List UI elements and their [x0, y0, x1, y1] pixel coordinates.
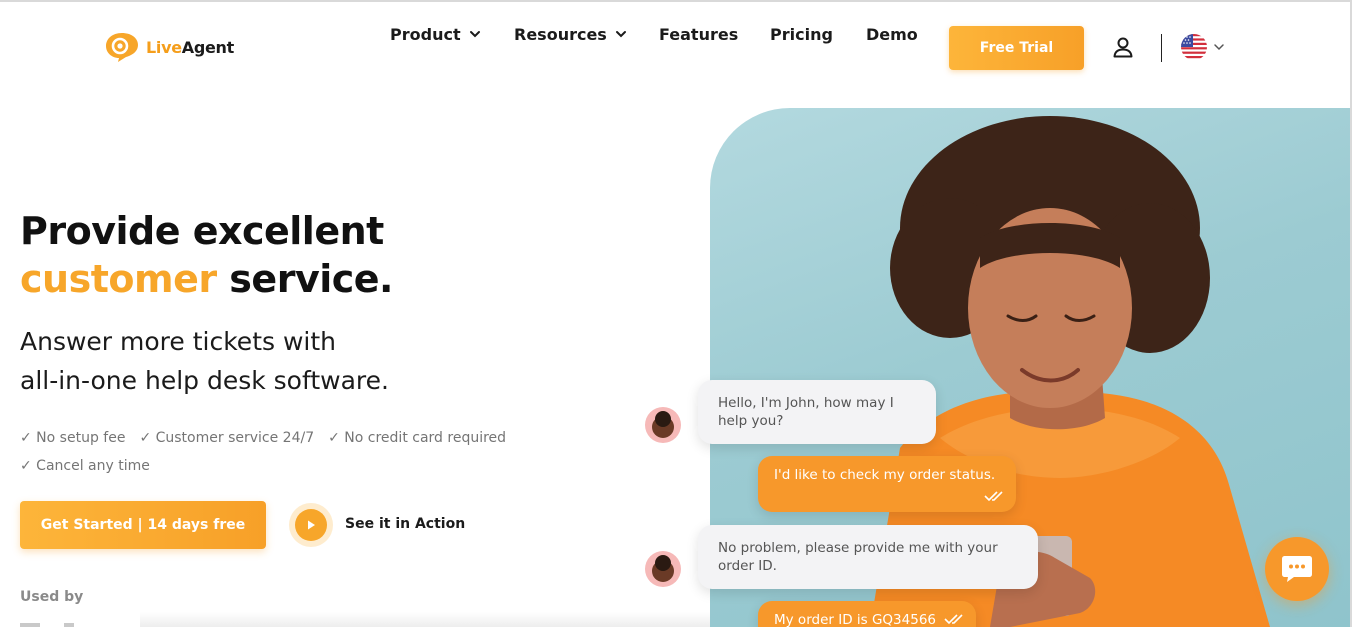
chat-message-user: My order ID is GQ34566 — [758, 601, 976, 627]
chat-bubble-icon — [1282, 556, 1312, 582]
nav-resources[interactable]: Resources — [514, 25, 627, 44]
us-flag-icon[interactable] — [1181, 34, 1207, 60]
chevron-down-icon — [469, 31, 480, 38]
client-logos-strip — [140, 612, 740, 627]
chevron-down-icon[interactable] — [1213, 41, 1225, 53]
check-item: ✓ No setup fee — [20, 430, 126, 446]
agent-avatar — [645, 407, 681, 443]
nav-pricing[interactable]: Pricing — [770, 25, 833, 44]
chat-message-text: Hello, I'm John, how may I help you? — [718, 395, 894, 429]
nav-resources-label: Resources — [514, 24, 607, 44]
play-button[interactable] — [289, 503, 333, 547]
nav-pricing-label: Pricing — [770, 24, 833, 44]
hero-subtitle: Answer more tickets with all-in-one help… — [20, 322, 389, 400]
hero-subtitle-line1: Answer more tickets with — [20, 327, 337, 356]
chat-widget-button[interactable] — [1265, 537, 1329, 601]
chat-message-text: I'd like to check my order status. — [774, 467, 996, 483]
logo-text: LiveAgent — [146, 37, 234, 57]
client-logo — [64, 623, 74, 627]
nav-divider — [1161, 34, 1162, 62]
chat-message-agent: Hello, I'm John, how may I help you? — [698, 380, 936, 444]
logo-icon — [106, 33, 138, 62]
hero-title-rest: service. — [216, 257, 393, 301]
feature-checklist: ✓ No setup fee ✓ Customer service 24/7 ✓ N… — [20, 424, 540, 480]
chat-message-agent: No problem, please provide me with your … — [698, 525, 1038, 589]
check-item: ✓ Cancel any time — [20, 458, 150, 474]
nav-product[interactable]: Product — [390, 25, 481, 44]
agent-face-icon — [652, 411, 674, 438]
check-item: ✓ Customer service 24/7 — [139, 430, 315, 446]
nav-demo-label: Demo — [866, 24, 918, 44]
used-by-label: Used by — [20, 589, 84, 605]
get-started-button[interactable]: Get Started | 14 days free — [20, 501, 266, 549]
play-button-inner — [295, 509, 327, 541]
nav-features-label: Features — [659, 24, 739, 44]
hero-title-highlight: customer — [20, 257, 217, 301]
check-item: ✓ No credit card required — [328, 430, 507, 446]
hero-title: Provide excellent customer service. — [20, 207, 393, 303]
hero-title-line1: Provide excellent — [20, 209, 384, 253]
agent-face-icon — [652, 555, 674, 582]
play-icon — [308, 520, 315, 530]
user-icon[interactable] — [1112, 36, 1134, 58]
agent-avatar — [645, 551, 681, 587]
nav-demo[interactable]: Demo — [866, 25, 918, 44]
double-check-icon — [944, 614, 963, 625]
free-trial-button[interactable]: Free Trial — [949, 26, 1084, 70]
liveagent-logo[interactable]: LiveAgent — [104, 31, 234, 63]
see-in-action-link[interactable]: See it in Action — [345, 516, 465, 532]
chat-message-user: I'd like to check my order status. — [758, 456, 1016, 512]
hero-subtitle-line2: all-in-one help desk software. — [20, 366, 389, 395]
chevron-down-icon — [615, 31, 626, 38]
double-check-icon — [984, 491, 1003, 502]
client-logo — [20, 623, 40, 627]
chat-message-text: My order ID is GQ34566 — [774, 612, 936, 627]
nav-features[interactable]: Features — [659, 25, 738, 44]
top-border — [0, 0, 1352, 2]
chat-message-text: No problem, please provide me with your … — [718, 540, 998, 574]
nav-product-label: Product — [390, 24, 461, 44]
